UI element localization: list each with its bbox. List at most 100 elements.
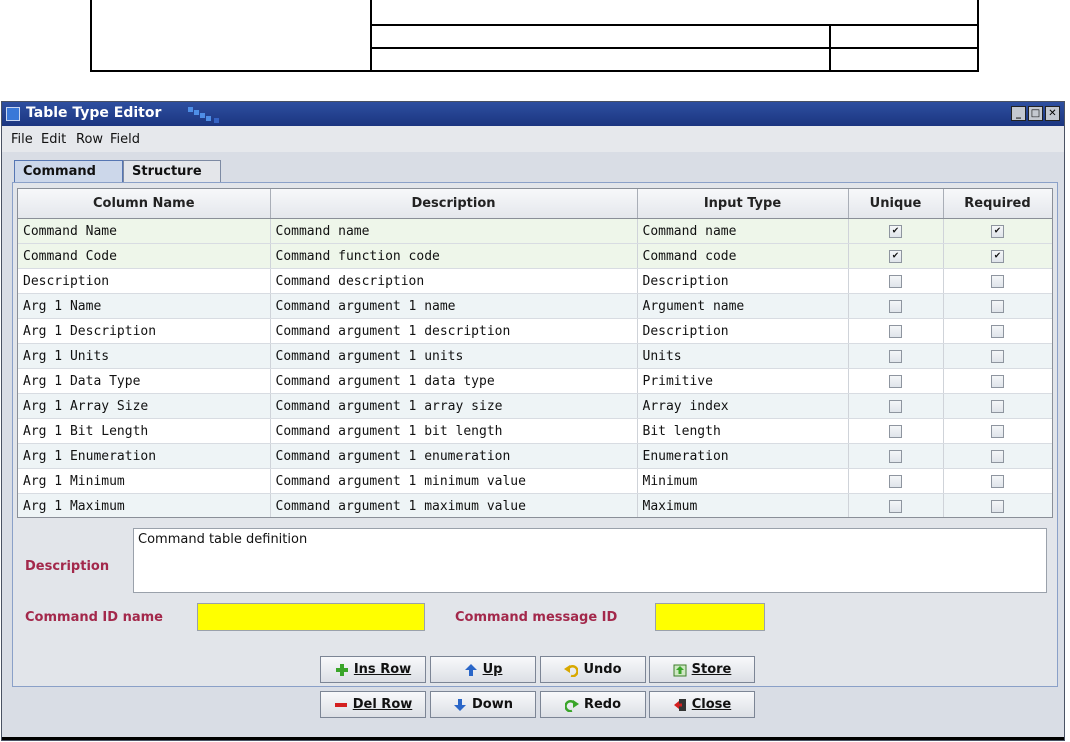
column-header-description[interactable]: Description [270,189,638,219]
unique-checkbox[interactable] [889,374,902,388]
column-header-input-type[interactable]: Input Type [637,189,849,219]
command-tab-panel: Column Name Description Input Type Uniqu… [12,182,1058,687]
table-row[interactable]: Command Name Command name Command name ✔ ✔ [18,218,1052,244]
cell-description[interactable]: Command argument 1 enumeration [270,443,638,469]
undo-button[interactable]: Undo [540,656,646,683]
cell-name[interactable]: Arg 1 Name [18,293,271,319]
cell-name[interactable]: Command Name [18,218,271,244]
close-button[interactable]: Close [649,691,755,718]
cell-name[interactable]: Arg 1 Minimum [18,468,271,494]
cell-description[interactable]: Command argument 1 units [270,343,638,369]
cell-description[interactable]: Command name [270,218,638,244]
menu-field[interactable]: Field [110,132,140,147]
store-button[interactable]: Store [649,656,755,683]
minimize-button[interactable]: _ [1011,106,1026,121]
required-checkbox[interactable] [991,374,1004,388]
menu-edit[interactable]: Edit [41,132,66,147]
cell-name[interactable]: Arg 1 Description [18,318,271,344]
redo-button[interactable]: Redo [540,691,646,718]
unique-checkbox[interactable] [889,399,902,413]
required-checkbox[interactable] [991,449,1004,463]
cell-input-type[interactable]: Description [637,268,849,294]
cell-name[interactable]: Arg 1 Maximum [18,493,271,517]
cell-description[interactable]: Command argument 1 maximum value [270,493,638,517]
required-checkbox[interactable] [991,474,1004,488]
tab-command[interactable]: Command [14,160,123,182]
required-checkbox[interactable]: ✔ [991,249,1004,263]
table-row[interactable]: Arg 1 Maximum Command argument 1 maximum … [18,493,1052,517]
table-row[interactable]: Arg 1 Data Type Command argument 1 data t… [18,368,1052,394]
column-header-column-name[interactable]: Column Name [18,189,271,219]
table-row[interactable]: Description Command description Descriptio… [18,268,1052,294]
cell-input-type[interactable]: Array index [637,393,849,419]
title-bar[interactable]: Table Type Editor _ □ ✕ [2,102,1064,126]
ins-row-button[interactable]: Ins Row [320,656,426,683]
table-row[interactable]: Arg 1 Units Command argument 1 units Units [18,343,1052,369]
cell-input-type[interactable]: Description [637,318,849,344]
command-message-id-input[interactable] [655,603,765,631]
cell-input-type[interactable]: Bit length [637,418,849,444]
description-textarea[interactable]: Command table definition [133,528,1047,593]
cell-input-type[interactable]: Primitive [637,368,849,394]
cell-input-type[interactable]: Minimum [637,468,849,494]
cell-name[interactable]: Arg 1 Enumeration [18,443,271,469]
close-window-button[interactable]: ✕ [1045,106,1060,121]
del-row-button[interactable]: Del Row [320,691,426,718]
table-row[interactable]: Arg 1 Enumeration Command argument 1 enum… [18,443,1052,469]
cell-description[interactable]: Command argument 1 minimum value [270,468,638,494]
table-row[interactable]: Arg 1 Bit Length Command argument 1 bit l… [18,418,1052,444]
unique-checkbox[interactable] [889,299,902,313]
table-row[interactable]: Arg 1 Array Size Command argument 1 array… [18,393,1052,419]
cell-description[interactable]: Command argument 1 data type [270,368,638,394]
unique-checkbox[interactable] [889,324,902,338]
cell-name[interactable]: Arg 1 Data Type [18,368,271,394]
menu-row[interactable]: Row [76,132,103,147]
cell-description[interactable]: Command argument 1 name [270,293,638,319]
cell-name[interactable]: Arg 1 Bit Length [18,418,271,444]
menu-file[interactable]: File [11,132,33,147]
cell-input-type[interactable]: Units [637,343,849,369]
unique-checkbox[interactable] [889,499,902,513]
cell-description[interactable]: Command function code [270,243,638,269]
cell-input-type[interactable]: Maximum [637,493,849,517]
required-checkbox[interactable] [991,324,1004,338]
required-checkbox[interactable] [991,349,1004,363]
cell-name[interactable]: Command Code [18,243,271,269]
cell-unique: ✔ [848,243,944,269]
cell-input-type[interactable]: Command name [637,218,849,244]
cell-description[interactable]: Command argument 1 bit length [270,418,638,444]
cell-input-type[interactable]: Enumeration [637,443,849,469]
unique-checkbox[interactable] [889,474,902,488]
command-id-name-input[interactable] [197,603,425,631]
cell-description[interactable]: Command argument 1 description [270,318,638,344]
column-header-unique[interactable]: Unique [848,189,944,219]
cell-description[interactable]: Command argument 1 array size [270,393,638,419]
required-checkbox[interactable] [991,499,1004,513]
table-row[interactable]: Command Code Command function code Command… [18,243,1052,269]
column-header-required[interactable]: Required [943,189,1052,219]
unique-checkbox[interactable]: ✔ [889,224,902,238]
cell-input-type[interactable]: Argument name [637,293,849,319]
tab-structure[interactable]: Structure [123,160,221,182]
cell-name[interactable]: Arg 1 Array Size [18,393,271,419]
table-row[interactable]: Arg 1 Description Command argument 1 desc… [18,318,1052,344]
unique-checkbox[interactable] [889,424,902,438]
required-checkbox[interactable] [991,274,1004,288]
required-checkbox[interactable]: ✔ [991,224,1004,238]
cell-name[interactable]: Arg 1 Units [18,343,271,369]
unique-checkbox[interactable] [889,349,902,363]
cell-name[interactable]: Description [18,268,271,294]
unique-checkbox[interactable] [889,449,902,463]
cell-description[interactable]: Command description [270,268,638,294]
required-checkbox[interactable] [991,299,1004,313]
required-checkbox[interactable] [991,424,1004,438]
table-row[interactable]: Arg 1 Name Command argument 1 name Argumen… [18,293,1052,319]
table-row[interactable]: Arg 1 Minimum Command argument 1 minimum … [18,468,1052,494]
cell-input-type[interactable]: Command code [637,243,849,269]
up-button[interactable]: Up [430,656,536,683]
required-checkbox[interactable] [991,399,1004,413]
unique-checkbox[interactable] [889,274,902,288]
down-button[interactable]: Down [430,691,536,718]
maximize-button[interactable]: □ [1028,106,1043,121]
unique-checkbox[interactable]: ✔ [889,249,902,263]
